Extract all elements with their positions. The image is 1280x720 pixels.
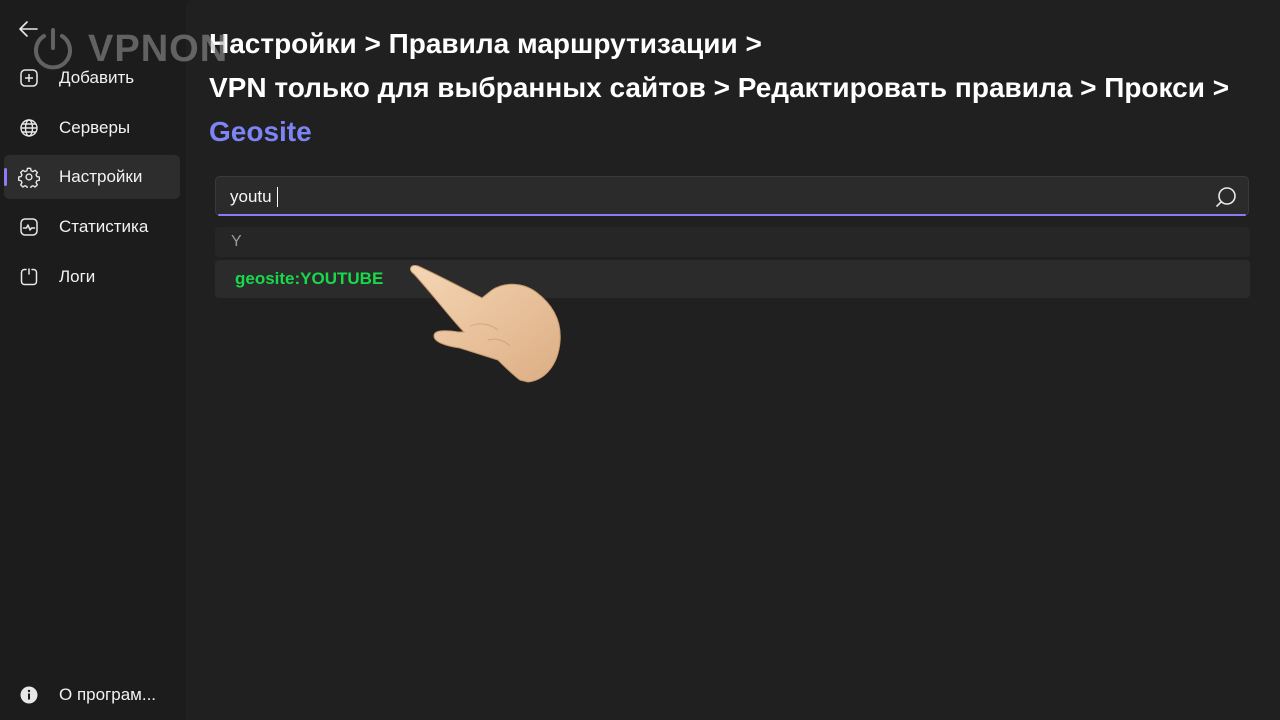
sidebar-item-logs[interactable]: Логи xyxy=(4,255,180,299)
search-focus-underline xyxy=(218,214,1246,216)
search-input[interactable] xyxy=(230,185,1190,209)
breadcrumb: Настройки > Правила маршрутизации > VPN … xyxy=(209,22,1269,154)
info-icon xyxy=(18,684,40,706)
sidebar-item-label: Добавить xyxy=(59,68,135,87)
sidebar: Добавить Серверы Настройки Статистика Ло… xyxy=(0,0,186,720)
back-button[interactable] xyxy=(14,14,44,44)
app-window: Добавить Серверы Настройки Статистика Ло… xyxy=(0,0,1280,720)
sidebar-item-about[interactable]: О програм... xyxy=(4,673,180,717)
main-panel: Настройки > Правила маршрутизации > VPN … xyxy=(186,0,1280,720)
result-item-label: geosite:YOUTUBE xyxy=(235,269,384,288)
globe-icon xyxy=(18,117,40,139)
sidebar-item-label: Логи xyxy=(59,267,96,286)
sidebar-item-settings[interactable]: Настройки xyxy=(4,155,180,199)
chart-icon xyxy=(18,216,40,238)
breadcrumb-line[interactable]: VPN только для выбранных сайтов > Редакт… xyxy=(209,66,1269,110)
text-cursor xyxy=(277,187,278,207)
result-item-geosite-youtube[interactable]: geosite:YOUTUBE xyxy=(215,260,1250,298)
search-icon[interactable] xyxy=(1214,185,1238,209)
log-icon xyxy=(18,266,40,288)
gear-icon xyxy=(18,166,40,188)
breadcrumb-line[interactable]: Настройки > Правила маршрутизации > xyxy=(209,22,1269,66)
sidebar-item-add[interactable]: Добавить xyxy=(4,56,180,100)
results-group-header: Y xyxy=(215,227,1250,257)
search-box[interactable] xyxy=(215,176,1249,216)
breadcrumb-current: Geosite xyxy=(209,116,312,147)
sidebar-item-statistics[interactable]: Статистика xyxy=(4,205,180,249)
group-header-label: Y xyxy=(231,233,242,250)
sidebar-item-label: Серверы xyxy=(59,118,131,137)
arrow-left-icon xyxy=(19,21,38,37)
sidebar-item-label: О програм... xyxy=(59,685,157,704)
sidebar-item-label: Настройки xyxy=(59,167,143,186)
sidebar-item-label: Статистика xyxy=(59,217,149,236)
sidebar-item-servers[interactable]: Серверы xyxy=(4,106,180,150)
plus-square-icon xyxy=(18,67,40,89)
